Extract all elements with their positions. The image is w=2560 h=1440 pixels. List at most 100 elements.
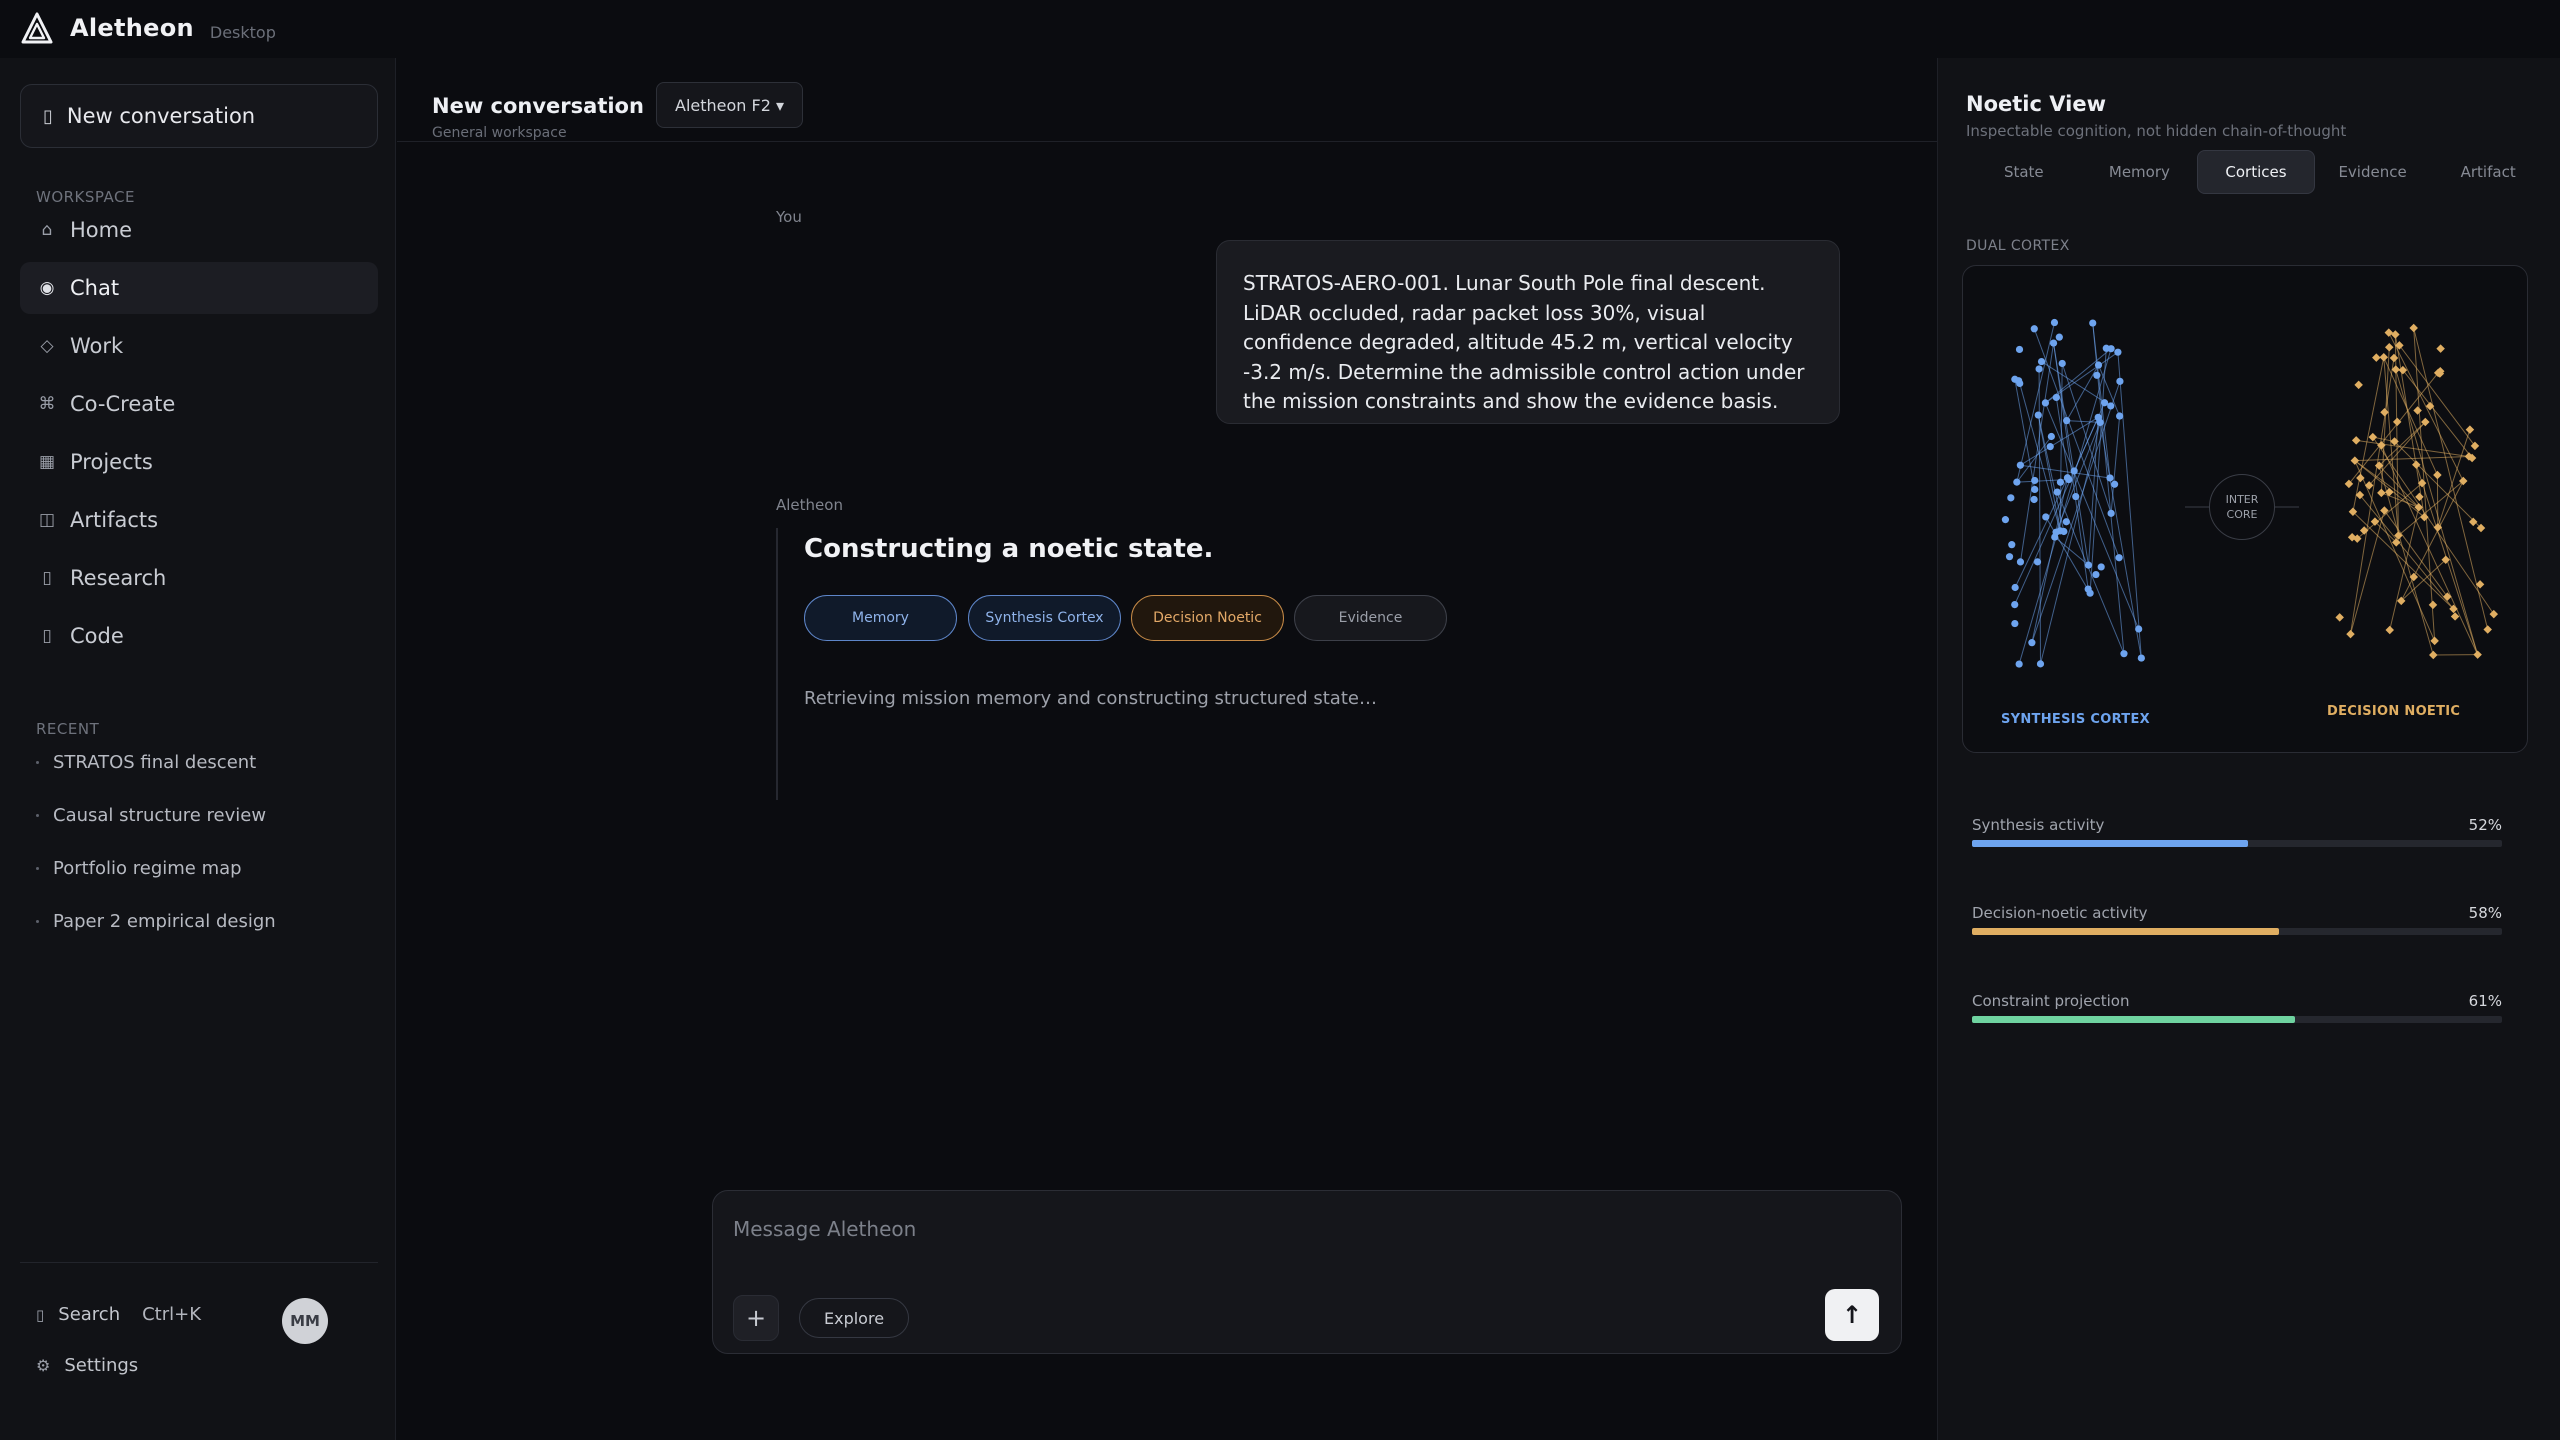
synthesis-node bbox=[2031, 476, 2039, 485]
dual-cortex-label: DUAL CORTEX bbox=[1966, 238, 2070, 254]
sidebar-item-label: Research bbox=[70, 566, 167, 590]
decision-node bbox=[2483, 625, 2492, 634]
chip-evidence[interactable]: Evidence bbox=[1294, 595, 1447, 641]
decision-node bbox=[2354, 380, 2363, 390]
synthesis-node bbox=[2063, 417, 2071, 425]
recent-item[interactable]: Causal structure review bbox=[36, 805, 266, 826]
model-select[interactable]: Aletheon F2 ▾ bbox=[656, 82, 804, 128]
sidebar-item-label: Chat bbox=[70, 276, 120, 300]
arrow-up-icon: ↑ bbox=[1841, 1301, 1863, 1329]
conversation-title: New conversation bbox=[432, 94, 644, 118]
recent-item-label: STRATOS final descent bbox=[53, 752, 257, 773]
attach-button[interactable]: + bbox=[733, 1295, 779, 1341]
tab-evidence[interactable]: Evidence bbox=[2315, 150, 2431, 194]
metric-label: Decision-noetic activity bbox=[1972, 904, 2148, 922]
sidebar-item-artifacts[interactable]: ◫ Artifacts bbox=[20, 494, 378, 546]
recent-item[interactable]: STRATOS final descent bbox=[36, 752, 256, 773]
response-title: Constructing a noetic state. bbox=[804, 534, 1214, 564]
recent-item[interactable]: Paper 2 empirical design bbox=[36, 911, 276, 932]
search-button[interactable]: ▯ Search Ctrl+K bbox=[36, 1304, 201, 1325]
synthesis-node bbox=[2031, 485, 2039, 494]
decision-node bbox=[2489, 609, 2499, 619]
synthesis-node bbox=[2042, 513, 2050, 521]
panel-subtitle: Inspectable cognition, not hidden chain-… bbox=[1966, 122, 2347, 140]
tab-memory[interactable]: Memory bbox=[2082, 150, 2198, 194]
sidebar-item-label: Projects bbox=[70, 450, 153, 474]
recent-item-label: Portfolio regime map bbox=[53, 858, 242, 879]
synthesis-node bbox=[2114, 348, 2122, 356]
new-conversation-button[interactable]: ▯ New conversation bbox=[20, 84, 378, 148]
synthesis-node bbox=[2107, 345, 2115, 353]
decision-node bbox=[2409, 323, 2418, 333]
app-brand: Aletheon Desktop bbox=[20, 10, 276, 46]
app-edition: Desktop bbox=[209, 22, 276, 42]
sidebar-item-research[interactable]: ▯ Research bbox=[20, 552, 378, 604]
composer: + Explore ↑ bbox=[712, 1190, 1902, 1354]
synthesis-node bbox=[2034, 411, 2042, 419]
conversation-pane: New conversation General workspace Aleth… bbox=[397, 58, 1937, 1440]
synthesis-node bbox=[2050, 318, 2059, 327]
sidebar-item-home[interactable]: ⌂ Home bbox=[20, 204, 378, 256]
sidebar-item-label: Home bbox=[70, 218, 133, 242]
decision-node bbox=[2428, 600, 2438, 610]
sidebar-item-label: Artifacts bbox=[70, 508, 159, 532]
user-role-label: You bbox=[776, 208, 802, 226]
tab-artifact[interactable]: Artifact bbox=[2430, 150, 2546, 194]
synthesis-node bbox=[2015, 345, 2024, 354]
synthesis-node bbox=[2070, 467, 2078, 475]
avatar[interactable]: MM bbox=[282, 1298, 328, 1344]
chip-synthesis-cortex[interactable]: Synthesis Cortex bbox=[968, 595, 1121, 641]
synthesis-node bbox=[2115, 554, 2123, 562]
synthesis-edge bbox=[2066, 420, 2101, 423]
decision-node bbox=[2468, 517, 2478, 527]
metric-value: 61% bbox=[2468, 992, 2502, 1010]
synthesis-node bbox=[2094, 361, 2103, 369]
decision-edge bbox=[2389, 507, 2420, 631]
decision-node bbox=[2389, 353, 2399, 363]
decision-node bbox=[2473, 650, 2482, 659]
synthesis-node bbox=[2001, 516, 2010, 524]
decision-node bbox=[2391, 330, 2400, 339]
synthesis-node bbox=[2060, 527, 2068, 536]
decision-node bbox=[2380, 408, 2389, 417]
chat-icon: ◉ bbox=[39, 278, 55, 298]
tab-state[interactable]: State bbox=[1966, 150, 2082, 194]
synthesis-node bbox=[2007, 494, 2015, 502]
code-icon: ▯ bbox=[42, 626, 52, 646]
search-label: Search bbox=[58, 1304, 121, 1325]
chip-decision-noetic[interactable]: Decision Noetic bbox=[1131, 595, 1284, 641]
synthesis-node bbox=[2035, 365, 2043, 373]
sidebar-item-projects[interactable]: ▦ Projects bbox=[20, 436, 378, 488]
synthesis-edge bbox=[2056, 491, 2125, 654]
dual-cortex-visualization: INTER CORE SYNTHESIS CORTEX DECISION NOE… bbox=[1962, 265, 2528, 753]
decision-node bbox=[2384, 328, 2394, 337]
sidebar-divider bbox=[20, 1262, 378, 1263]
synthesis-node bbox=[2097, 563, 2105, 571]
synthesis-node bbox=[2063, 474, 2072, 482]
metric-constraint-projection: Constraint projection 61% bbox=[1972, 992, 2502, 1023]
tab-cortices[interactable]: Cortices bbox=[2197, 150, 2315, 194]
response-status: Retrieving mission memory and constructi… bbox=[804, 688, 1377, 709]
home-icon: ⌂ bbox=[41, 220, 53, 240]
decision-noetic-label: DECISION NOETIC bbox=[2327, 704, 2461, 719]
decision-node bbox=[2377, 488, 2386, 498]
decision-edge bbox=[2380, 347, 2390, 493]
metric-decision-noetic-activity: Decision-noetic activity 58% bbox=[1972, 904, 2502, 935]
message-input[interactable] bbox=[733, 1211, 1873, 1247]
explore-button[interactable]: Explore bbox=[799, 1298, 910, 1338]
synthesis-node bbox=[2116, 377, 2124, 385]
chip-memory[interactable]: Memory bbox=[804, 595, 957, 641]
synthesis-node bbox=[2033, 558, 2042, 566]
sidebar-item-chat[interactable]: ◉ Chat bbox=[20, 262, 378, 314]
metric-value: 52% bbox=[2468, 816, 2502, 834]
bullet-icon bbox=[36, 867, 39, 870]
sidebar-item-code[interactable]: ▯ Code bbox=[20, 610, 378, 662]
send-button[interactable]: ↑ bbox=[1825, 1289, 1879, 1341]
recent-item[interactable]: Portfolio regime map bbox=[36, 858, 242, 879]
settings-button[interactable]: ⚙ Settings bbox=[36, 1355, 138, 1376]
sidebar-item-co-create[interactable]: ⌘ Co-Create bbox=[20, 378, 378, 430]
synthesis-node bbox=[2062, 518, 2070, 526]
sidebar-item-work[interactable]: ◇ Work bbox=[20, 320, 378, 372]
app-name: Aletheon bbox=[70, 14, 194, 42]
panel-tabs: State Memory Cortices Evidence Artifact bbox=[1966, 150, 2546, 194]
